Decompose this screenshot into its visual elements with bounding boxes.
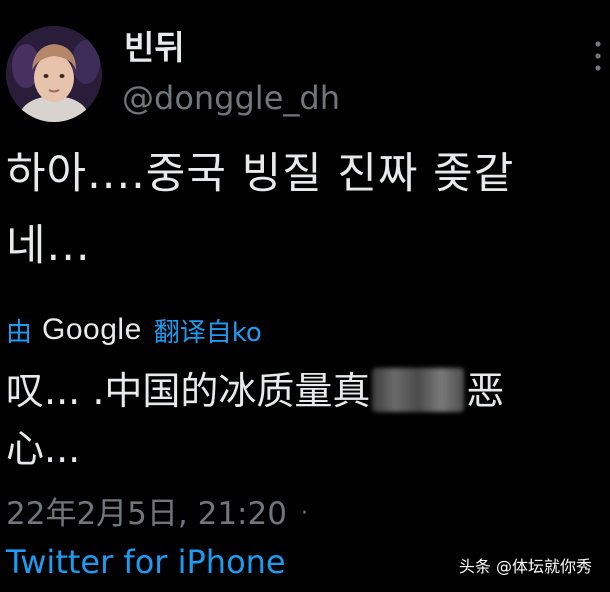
user-handle[interactable]: @donggle_dh: [122, 78, 340, 118]
tweet-text: 하아....중국 빙질 진짜 좆같 네...: [6, 138, 606, 282]
timestamp[interactable]: 22年2月5日, 21:20: [6, 492, 287, 536]
avatar-image: [6, 26, 102, 122]
more-vertical-icon[interactable]: [586, 36, 610, 76]
translated-by-label: 由: [6, 317, 33, 348]
translate-bar: 由 Google 翻译自ko: [6, 310, 262, 350]
avatar[interactable]: [6, 26, 102, 122]
separator-dot: ·: [300, 501, 308, 526]
display-name[interactable]: 빈뒤: [124, 28, 185, 68]
tweet-source-link[interactable]: Twitter for iPhone: [6, 540, 286, 584]
watermark: 头条 @体坛就你秀: [452, 554, 598, 580]
translated-text-line: 叹... .中国的冰质量真 恶: [6, 362, 606, 420]
translate-from-link[interactable]: 翻译自ko: [154, 312, 262, 349]
translated-text-line: 心...: [6, 427, 81, 471]
tweet-text-line: 네...: [6, 221, 91, 271]
tweet-text-line: 하아....중국 빙질 진짜 좆같: [6, 149, 515, 199]
timestamp-row: 22年2月5日, 21:20 ·: [6, 492, 308, 536]
tweet-card: 빈뒤 @donggle_dh 하아....중국 빙질 진짜 좆같 네... 由 …: [0, 0, 610, 592]
google-logo-text: Google: [42, 313, 142, 346]
censor-blur: [372, 368, 465, 412]
translated-text-part: 恶: [466, 369, 505, 413]
translated-text: 叹... .中国的冰质量真 恶 心...: [6, 362, 606, 478]
translated-text-part: 叹... .中国的冰质量真: [6, 369, 371, 413]
